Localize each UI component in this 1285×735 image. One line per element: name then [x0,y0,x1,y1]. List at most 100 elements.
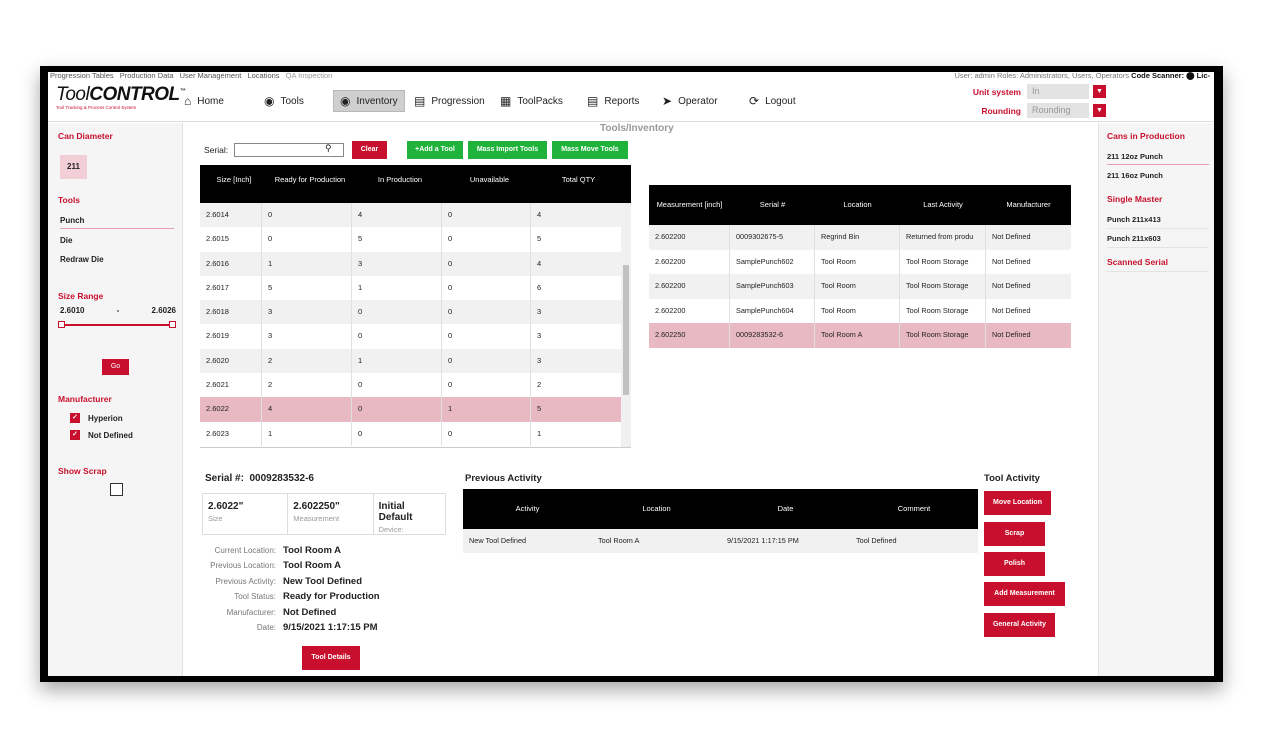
menu-user-management[interactable]: User Management [180,72,242,80]
measurement-table-body: 2.602200 0009302675-5 Regrind Bin Returned … [649,225,1071,348]
rounding-label: Rounding [981,105,1021,116]
table-row[interactable]: 2.6021 2 0 0 2 [200,373,631,398]
col-activity-location[interactable]: Location [592,489,721,529]
polish-button[interactable]: Polish [984,552,1045,576]
col-comment[interactable]: Comment [850,489,978,529]
col-total-qty[interactable]: Total QTY [531,165,620,203]
tool-details-button[interactable]: Tool Details [302,646,360,670]
menu-qa-inspection[interactable]: QA Inspection [286,72,333,80]
col-location[interactable]: Location [815,185,900,225]
menu-progression-tables[interactable]: Progression Tables [50,72,114,80]
scrollbar-thumb[interactable] [623,265,629,395]
can-diameter-chip[interactable]: 211 [60,155,87,179]
in-production-cell: 5 [352,227,442,252]
mass-move-button[interactable]: Mass Move Tools [552,141,628,159]
col-size[interactable]: Size [Inch] [200,165,262,203]
col-manufacturer[interactable]: Manufacturer [986,185,1071,225]
slider-max-handle[interactable] [169,321,176,328]
checkbox-checked-icon[interactable]: ✓ [70,430,80,440]
table-row[interactable]: 2.602200 SamplePunch604 Tool Room Tool Room… [649,298,1071,323]
menu-locations[interactable]: Locations [247,72,279,80]
nav-tools[interactable]: ◉ Tools [258,90,310,112]
search-icon[interactable]: ⚲ [325,143,332,154]
scrap-button[interactable]: Scrap [984,522,1045,546]
col-activity-date[interactable]: Date [721,489,850,529]
tool-type-punch[interactable]: Punch [60,216,174,229]
table-row[interactable]: New Tool Defined Tool Room A 9/15/2021 1… [463,529,978,553]
checkbox-checked-icon[interactable]: ✓ [70,413,80,423]
table-row[interactable]: 2.6015 0 5 0 5 [200,227,631,252]
show-scrap-checkbox[interactable] [110,483,123,496]
table-row[interactable]: 2.6018 3 0 0 3 [200,300,631,325]
move-location-button[interactable]: Move Location [984,491,1051,515]
tool-type-die[interactable]: Die [60,236,174,248]
show-scrap-title: Show Scrap [58,466,107,476]
nav-inventory[interactable]: ◉ Inventory [333,90,405,112]
size-table-scrollbar[interactable] [621,203,631,447]
manufacturer-hyperion-label: Hyperion [88,413,123,423]
col-in-production[interactable]: In Production [352,165,442,203]
table-row[interactable]: 2.6020 2 1 0 3 [200,348,631,374]
unit-system-select[interactable]: In [1027,84,1089,99]
ready-cell: 0 [262,203,352,228]
in-production-cell: 4 [352,203,442,228]
total-qty-cell: 6 [537,282,542,292]
size-cell: 2.6015 [200,227,262,252]
col-serial[interactable]: Serial # [730,185,815,225]
slider-min-handle[interactable] [58,321,65,328]
admin-menu: Progression Tables Production Data User … [50,72,336,80]
tool-type-redraw-die[interactable]: Redraw Die [60,255,174,267]
size-range-slider[interactable] [58,321,176,328]
col-ready[interactable]: Ready for Production [262,165,352,203]
table-row[interactable]: 2.6022 4 0 1 5 [200,397,631,422]
nav-reports[interactable]: ▤ Reports [581,90,645,112]
previous-activity-key: Previous Activity: [215,577,276,586]
rounding-select[interactable]: Rounding [1027,103,1089,118]
tool-device-label: Device: [378,525,404,534]
menu-production-data[interactable]: Production Data [120,72,174,80]
tool-size-label: Size [208,514,223,523]
nav-home[interactable]: ⌂ Home [178,90,230,112]
ready-cell: 2 [262,373,352,398]
chevron-down-icon[interactable]: ▼ [1093,85,1106,98]
can-item[interactable]: 211 12oz Punch [1107,152,1209,165]
table-row[interactable]: 2.602250 0009283532-6 Tool Room A Tool Room… [649,323,1071,348]
total-qty-cell: 4 [537,210,542,219]
measurement-cell: 2.602200 [649,298,730,323]
table-row[interactable]: 2.602200 SamplePunch603 Tool Room Tool Room… [649,274,1071,299]
table-row[interactable]: 2.602200 SamplePunch602 Tool Room Tool Room… [649,249,1071,274]
chevron-down-icon[interactable]: ▼ [1093,104,1106,117]
nav-logout[interactable]: ⟳ Logout [743,90,802,112]
serial-cell: SamplePunch603 [730,274,815,299]
mass-import-button[interactable]: Mass Import Tools [468,141,547,159]
main-nav-bar: ToolCONTROL™ Tool Tracking & Process Con… [48,80,1214,122]
col-unavailable[interactable]: Unavailable [442,165,531,203]
manufacturer-hyperion[interactable]: ✓ Hyperion [70,413,123,423]
col-measurement[interactable]: Measurement [inch] [649,185,730,225]
table-row[interactable]: 2.602200 0009302675-5 Regrind Bin Returned … [649,225,1071,250]
nav-progression[interactable]: ▤ Progression [408,90,491,112]
activity-date-cell: 9/15/2021 1:17:15 PM [727,536,799,545]
table-row[interactable]: 2.6017 5 1 0 6 [200,275,631,301]
manufacturer-not-defined[interactable]: ✓ Not Defined [70,430,133,440]
single-master-item[interactable]: Punch 211x603 [1107,234,1209,246]
add-measurement-button[interactable]: Add Measurement [984,582,1065,606]
clear-button[interactable]: Clear [352,141,387,159]
go-button[interactable]: Go [102,359,129,375]
nav-toolpacks[interactable]: ▦ ToolPacks [494,90,569,112]
toolpacks-icon: ▦ [500,94,512,108]
can-item[interactable]: 211 16oz Punch [1107,171,1209,183]
table-row[interactable]: 2.6016 1 3 0 4 [200,251,631,276]
table-row[interactable]: 2.6019 3 0 0 3 [200,324,631,349]
col-last-activity[interactable]: Last Activity [900,185,986,225]
nav-home-label: Home [197,95,224,107]
table-row[interactable]: 2.6023 1 0 0 1 [200,421,631,446]
nav-operator[interactable]: ➤ Operator [656,90,724,112]
size-summary-table: Size [Inch] Ready for Production In Prod… [200,165,631,448]
in-production-cell: 0 [352,324,442,349]
general-activity-button[interactable]: General Activity [984,613,1055,637]
single-master-item[interactable]: Punch 211x413 [1107,215,1209,227]
add-tool-button[interactable]: +Add a Tool [407,141,463,159]
col-activity[interactable]: Activity [463,489,592,529]
table-row[interactable]: 2.6014 0 4 0 4 [200,203,631,228]
